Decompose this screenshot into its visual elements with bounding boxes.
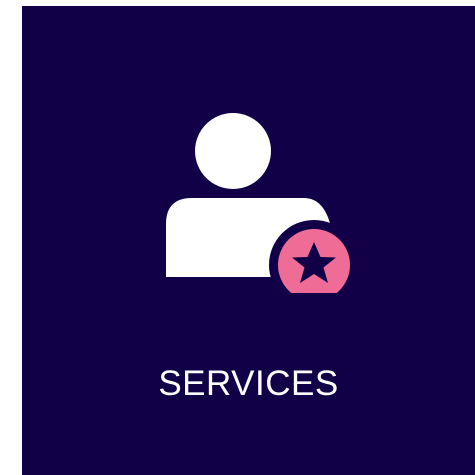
tile-label: SERVICES bbox=[158, 364, 339, 403]
services-tile[interactable]: SERVICES bbox=[22, 6, 475, 475]
user-head-icon bbox=[195, 113, 271, 189]
user-star-icon bbox=[166, 107, 350, 293]
